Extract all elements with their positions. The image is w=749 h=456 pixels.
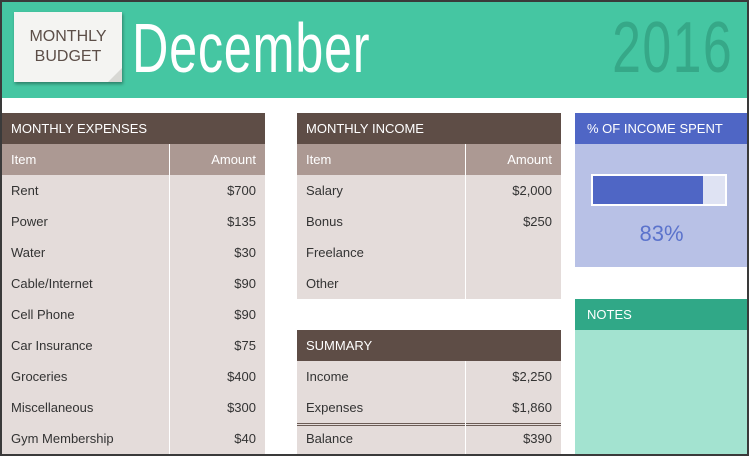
- tag-fold-corner: [108, 68, 122, 82]
- table-row[interactable]: Other: [297, 268, 561, 299]
- row-amount[interactable]: $1,860: [512, 392, 552, 423]
- row-item[interactable]: Water: [11, 237, 45, 268]
- row-item[interactable]: Cable/Internet: [11, 268, 93, 299]
- row-amount[interactable]: $40: [234, 423, 256, 454]
- row-amount[interactable]: $250: [523, 206, 552, 237]
- table-row[interactable]: Rent $700: [2, 175, 265, 206]
- header-banner: MONTHLY BUDGET December 2016: [2, 2, 747, 98]
- row-item[interactable]: Groceries: [11, 361, 67, 392]
- table-row[interactable]: Water $30: [2, 237, 265, 268]
- table-row[interactable]: Miscellaneous $300: [2, 392, 265, 423]
- month-title[interactable]: December: [132, 8, 370, 88]
- percent-spent-bar-fill: [593, 176, 703, 204]
- table-row[interactable]: Cable/Internet $90: [2, 268, 265, 299]
- row-item[interactable]: Freelance: [306, 237, 364, 268]
- table-row[interactable]: Income $2,250: [297, 361, 561, 392]
- table-row[interactable]: Expenses $1,860: [297, 392, 561, 423]
- row-item[interactable]: Bonus: [306, 206, 343, 237]
- row-item[interactable]: Expenses: [306, 392, 363, 423]
- percent-spent-value: 83%: [639, 221, 684, 246]
- income-table: MONTHLY INCOME Item Amount Salary $2,000 …: [297, 113, 561, 299]
- table-row[interactable]: Freelance: [297, 237, 561, 268]
- row-amount[interactable]: $400: [227, 361, 256, 392]
- column-divider: [465, 361, 466, 454]
- row-amount[interactable]: $700: [227, 175, 256, 206]
- row-amount[interactable]: $30: [234, 237, 256, 268]
- row-item[interactable]: Salary: [306, 175, 343, 206]
- tag-line-1: MONTHLY: [29, 28, 107, 45]
- summary-table: SUMMARY Income $2,250 Expenses $1,860 Bala…: [297, 330, 561, 454]
- column-divider: [169, 144, 170, 454]
- row-amount[interactable]: $390: [523, 426, 552, 452]
- table-row[interactable]: Balance $390: [297, 423, 561, 451]
- table-row[interactable]: Groceries $400: [2, 361, 265, 392]
- expenses-col-amount: Amount: [211, 152, 256, 167]
- row-item[interactable]: Balance: [306, 426, 353, 452]
- income-column-header: Item Amount: [297, 144, 561, 175]
- table-row[interactable]: Power $135: [2, 206, 265, 237]
- row-item[interactable]: Cell Phone: [11, 299, 75, 330]
- budget-sheet: MONTHLY BUDGET December 2016 MONTHLY EXP…: [0, 0, 749, 456]
- row-amount[interactable]: $2,250: [512, 361, 552, 392]
- table-row[interactable]: Bonus $250: [297, 206, 561, 237]
- expenses-col-item: Item: [11, 152, 37, 167]
- column-divider: [465, 144, 466, 299]
- row-amount[interactable]: $135: [227, 206, 256, 237]
- expenses-table: MONTHLY EXPENSES Item Amount Rent $700 Po…: [2, 113, 265, 454]
- expenses-title: MONTHLY EXPENSES: [2, 113, 265, 144]
- row-item[interactable]: Income: [306, 361, 349, 392]
- expenses-column-header: Item Amount: [2, 144, 265, 175]
- row-item[interactable]: Car Insurance: [11, 330, 93, 361]
- row-amount[interactable]: $90: [234, 268, 256, 299]
- income-title: MONTHLY INCOME: [297, 113, 561, 144]
- notes-panel[interactable]: NOTES: [575, 299, 747, 454]
- row-amount[interactable]: $90: [234, 299, 256, 330]
- summary-title: SUMMARY: [297, 330, 561, 361]
- monthly-budget-tag: MONTHLY BUDGET: [14, 12, 122, 82]
- row-item[interactable]: Power: [11, 206, 48, 237]
- table-row[interactable]: Car Insurance $75: [2, 330, 265, 361]
- row-amount[interactable]: $75: [234, 330, 256, 361]
- percent-spent-bar: [591, 174, 727, 206]
- percent-spent-panel: % OF INCOME SPENT 83%: [575, 113, 747, 267]
- row-item[interactable]: Other: [306, 268, 339, 299]
- row-amount[interactable]: $2,000: [512, 175, 552, 206]
- row-amount[interactable]: $300: [227, 392, 256, 423]
- table-row[interactable]: Cell Phone $90: [2, 299, 265, 330]
- table-row[interactable]: Salary $2,000: [297, 175, 561, 206]
- year-title[interactable]: 2016: [612, 8, 733, 88]
- tag-line-2: BUDGET: [34, 48, 102, 65]
- income-col-item: Item: [306, 152, 332, 167]
- percent-spent-title: % OF INCOME SPENT: [575, 113, 747, 144]
- row-item[interactable]: Miscellaneous: [11, 392, 93, 423]
- expenses-rows: Rent $700 Power $135 Water $30 Cable/Intern…: [2, 175, 265, 454]
- table-row[interactable]: Gym Membership $40: [2, 423, 265, 454]
- income-col-amount: Amount: [507, 152, 552, 167]
- row-item[interactable]: Rent: [11, 175, 38, 206]
- notes-title: NOTES: [575, 299, 747, 330]
- row-item[interactable]: Gym Membership: [11, 423, 114, 454]
